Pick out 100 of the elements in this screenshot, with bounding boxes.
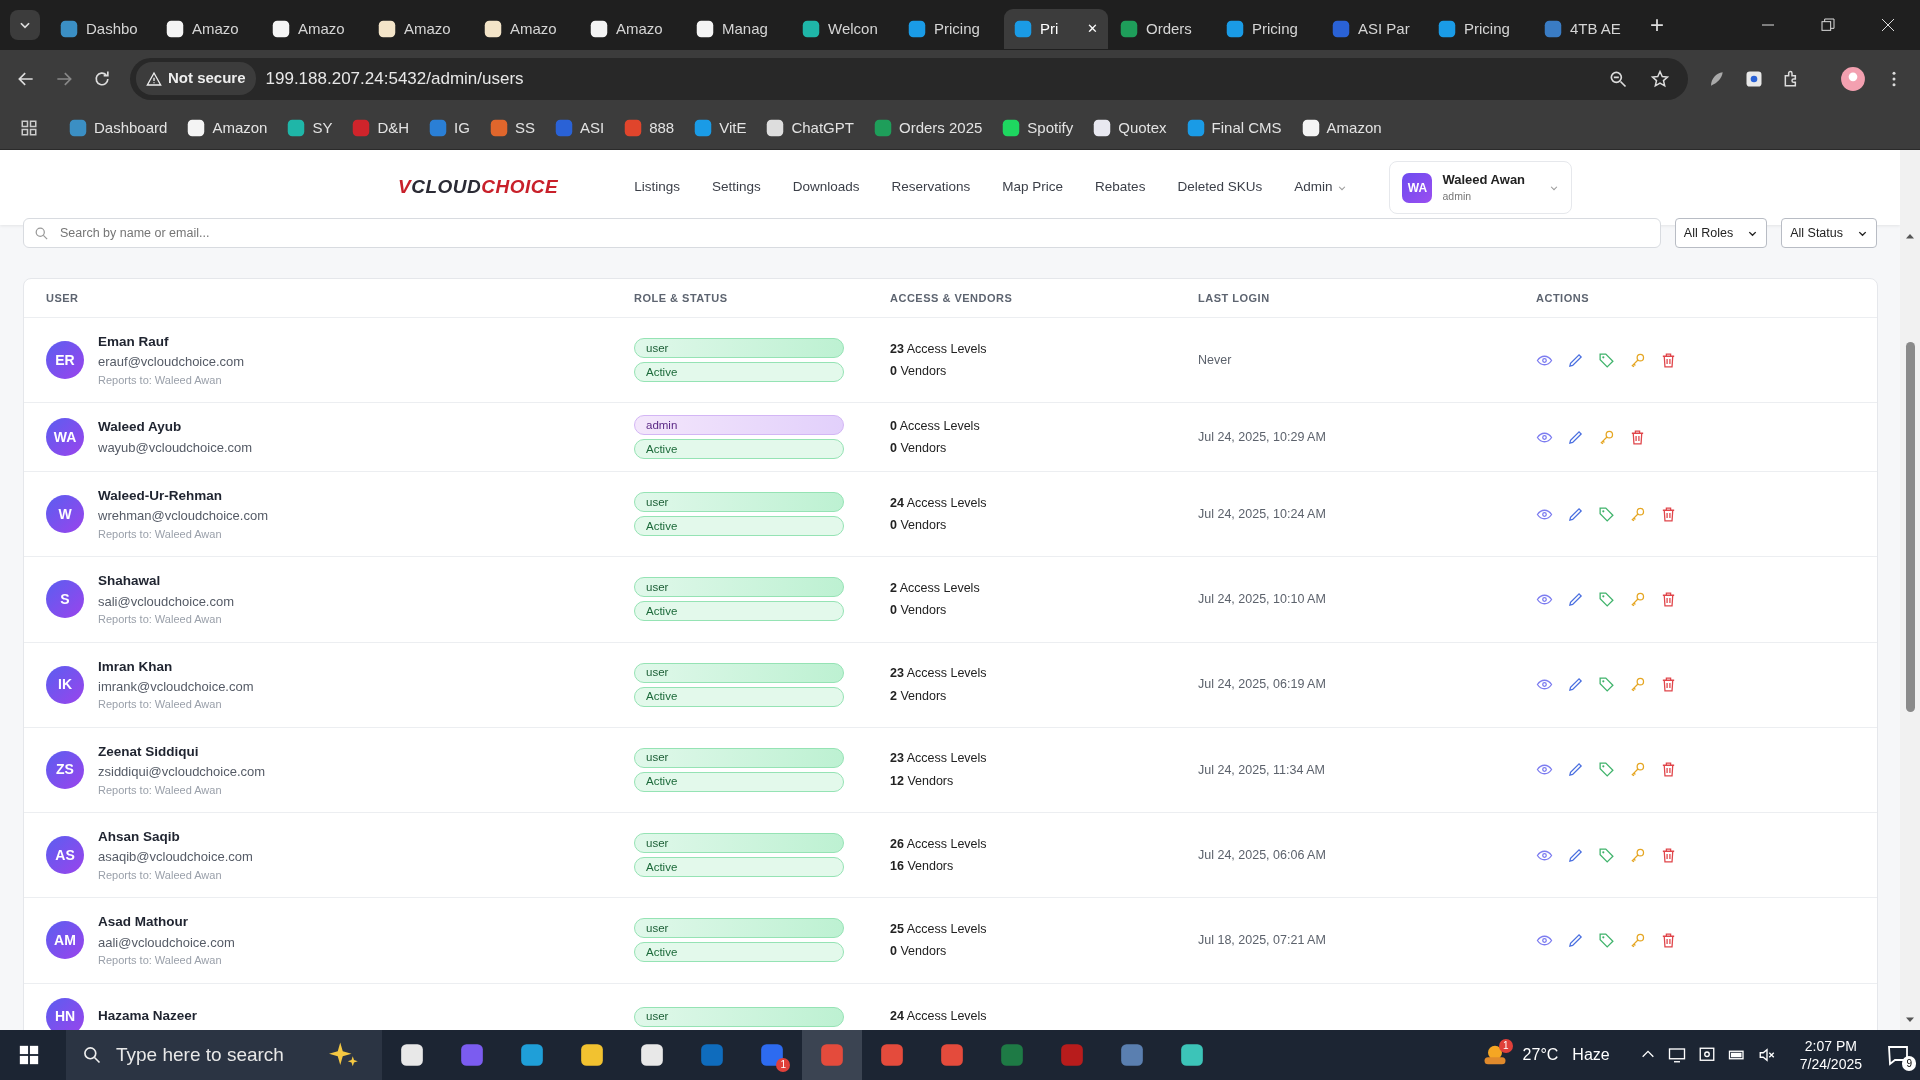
bookmark[interactable]: Orders 2025: [870, 114, 986, 142]
nav-link[interactable]: Deleted SKUs: [1161, 177, 1279, 198]
clock[interactable]: 2:07 PM 7/24/2025: [1799, 1036, 1862, 1074]
key-button[interactable]: [1629, 931, 1646, 949]
pencil-button[interactable]: [1567, 676, 1584, 694]
close-tab-button[interactable]: ✕: [1087, 19, 1098, 39]
bookmark[interactable]: SY: [284, 114, 336, 142]
role-badge: user: [634, 662, 844, 683]
key-button[interactable]: [1598, 428, 1615, 446]
browser-tab[interactable]: Pricing: [898, 9, 1002, 49]
pencil-icon: [1567, 761, 1584, 779]
tab-list-button[interactable]: [10, 10, 40, 40]
profile-avatar[interactable]: [1840, 65, 1866, 92]
nav-link[interactable]: Map Price: [986, 177, 1080, 198]
browser-tab[interactable]: Amazo: [156, 9, 260, 49]
bookmark[interactable]: Final CMS: [1183, 114, 1285, 142]
bookmark[interactable]: Amazon: [1298, 114, 1385, 142]
pencil-button[interactable]: [1567, 931, 1584, 949]
key-button[interactable]: [1629, 351, 1646, 369]
close-icon[interactable]: [1880, 17, 1896, 33]
pencil-button[interactable]: [1567, 505, 1584, 523]
tag-icon: [1598, 761, 1615, 779]
tag-button[interactable]: [1598, 505, 1615, 523]
display-icon[interactable]: [1697, 1046, 1716, 1064]
key-button[interactable]: [1629, 505, 1646, 523]
bookmark[interactable]: ChatGPT: [763, 114, 857, 142]
nav-link[interactable]: Listings: [618, 177, 696, 198]
bookmark[interactable]: Quotex: [1090, 114, 1170, 142]
url-text[interactable]: 199.188.207.24:5432/admin/users: [265, 65, 524, 92]
search-field[interactable]: Search by name or email...: [23, 218, 1661, 248]
tag-button[interactable]: [1598, 676, 1615, 694]
pencil-button[interactable]: [1567, 761, 1584, 779]
tag-button[interactable]: [1598, 931, 1615, 949]
delete-button[interactable]: [1660, 590, 1677, 608]
muted-speaker-icon[interactable]: [1757, 1046, 1776, 1064]
logo[interactable]: VCLOUDCHOICE: [398, 173, 559, 202]
bookmark[interactable]: D&H: [349, 114, 413, 142]
pencil-button[interactable]: [1567, 590, 1584, 608]
restore-icon[interactable]: [1820, 17, 1836, 33]
user-menu[interactable]: WA Waleed Awan admin: [1389, 160, 1573, 215]
bookmark[interactable]: Dashboard: [66, 114, 171, 142]
bookmark[interactable]: Spotify: [999, 114, 1077, 142]
browser-tab[interactable]: Amazo: [262, 9, 366, 49]
browser-tab[interactable]: Amazo: [474, 9, 578, 49]
pencil-button[interactable]: [1567, 351, 1584, 369]
filter-select[interactable]: All Roles: [1674, 218, 1768, 248]
tag-button[interactable]: [1598, 590, 1615, 608]
browser-tab[interactable]: Manag: [686, 9, 790, 49]
delete-button[interactable]: [1629, 428, 1646, 446]
delete-button[interactable]: [1660, 351, 1677, 369]
browser-tab[interactable]: Pricing: [1216, 9, 1320, 49]
nav-link[interactable]: Reservations: [875, 177, 987, 198]
delete-button[interactable]: [1660, 505, 1677, 523]
monitor-icon[interactable]: [1667, 1046, 1686, 1064]
key-button[interactable]: [1629, 676, 1646, 694]
key-button[interactable]: [1629, 761, 1646, 779]
apps-grid-icon[interactable]: [20, 119, 38, 137]
star-icon[interactable]: [1650, 68, 1670, 89]
nav-link[interactable]: Rebates: [1079, 177, 1162, 198]
browser-tab[interactable]: Pri ✕: [1004, 9, 1108, 49]
filter-select[interactable]: All Status: [1781, 218, 1877, 248]
bookmark[interactable]: IG: [426, 114, 473, 142]
vendors-text: 2 Vendors: [890, 687, 948, 705]
scrollbar-thumb[interactable]: [1905, 342, 1915, 712]
bookmark[interactable]: Amazon: [184, 114, 271, 142]
new-tab-button[interactable]: +: [1650, 7, 1664, 43]
taskbar-app[interactable]: 1: [742, 1030, 802, 1080]
bookmark[interactable]: VitE: [691, 114, 750, 142]
security-chip[interactable]: Not secure: [136, 62, 256, 95]
last-login-text: Jul 24, 2025, 11:34 AM: [1198, 762, 1325, 777]
nav-link[interactable]: Admin: [1278, 177, 1364, 198]
browser-tab[interactable]: Dashbo: [50, 9, 154, 49]
key-button[interactable]: [1629, 590, 1646, 608]
vendors-text: 0 Vendors: [890, 602, 948, 620]
delete-button[interactable]: [1660, 676, 1677, 694]
taskbar-search[interactable]: Type here to search: [66, 1030, 382, 1080]
windows-logo-icon[interactable]: [18, 1044, 40, 1066]
tag-button[interactable]: [1598, 761, 1615, 779]
bookmark[interactable]: ASI: [551, 114, 608, 142]
browser-tab[interactable]: Amazo: [580, 9, 684, 49]
browser-tab[interactable]: Welcon: [792, 9, 896, 49]
browser-tab[interactable]: Pricing: [1428, 9, 1532, 49]
notification-count: 9: [1902, 1056, 1916, 1071]
tag-button[interactable]: [1598, 846, 1615, 864]
delete-button[interactable]: [1660, 931, 1677, 949]
browser-tab[interactable]: Orders: [1110, 9, 1214, 49]
nav-link[interactable]: Settings: [695, 177, 777, 198]
delete-button[interactable]: [1660, 846, 1677, 864]
pencil-button[interactable]: [1567, 846, 1584, 864]
bookmark[interactable]: SS: [486, 114, 538, 142]
browser-tab[interactable]: 4TB AE: [1534, 9, 1638, 49]
browser-tab[interactable]: ASI Par: [1322, 9, 1426, 49]
bookmark[interactable]: 888: [621, 114, 678, 142]
nav-link[interactable]: Downloads: [776, 177, 876, 198]
key-button[interactable]: [1629, 846, 1646, 864]
notifications-icon[interactable]: [1886, 1043, 1910, 1067]
delete-button[interactable]: [1660, 761, 1677, 779]
pencil-button[interactable]: [1567, 428, 1584, 446]
browser-tab[interactable]: Amazo: [368, 9, 472, 49]
tag-button[interactable]: [1598, 351, 1615, 369]
